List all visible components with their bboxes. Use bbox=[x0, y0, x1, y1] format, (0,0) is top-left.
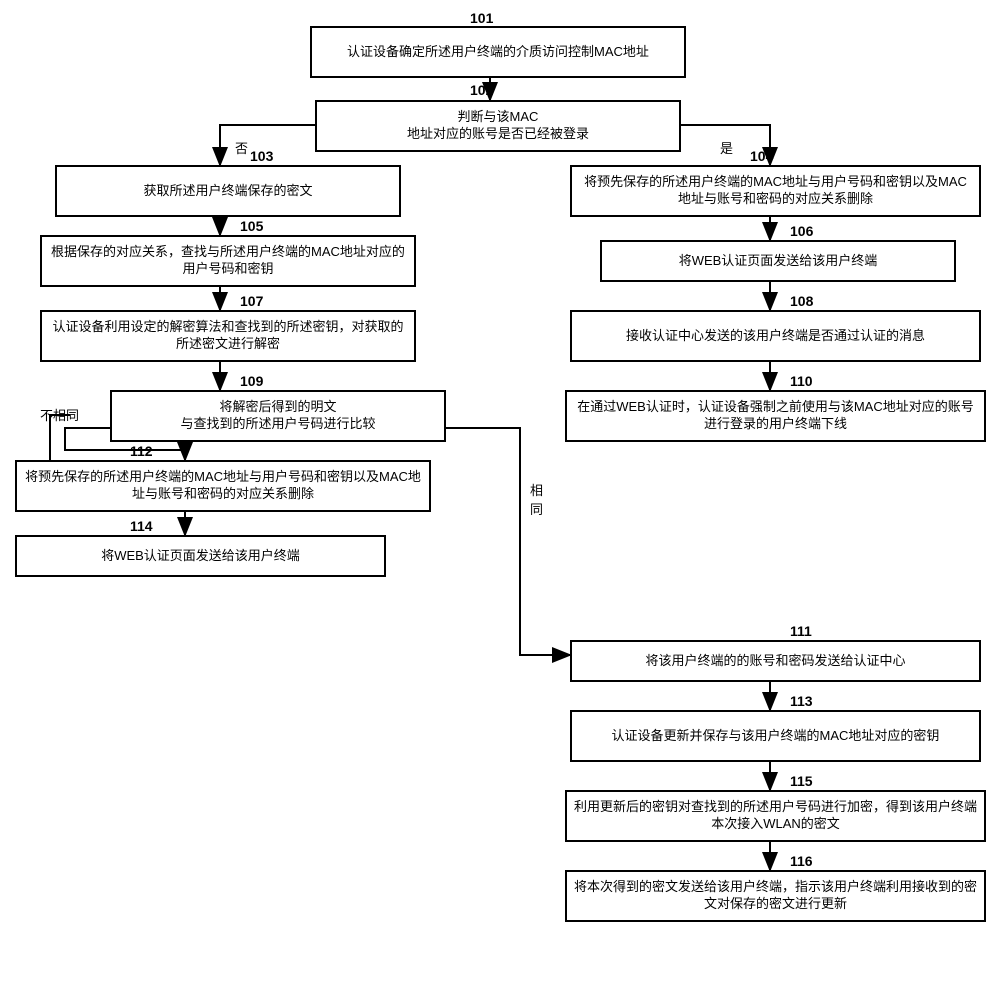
step-103-text: 获取所述用户终端保存的密文 bbox=[143, 183, 312, 200]
step-num-102: 102 bbox=[470, 82, 493, 98]
step-114: 将WEB认证页面发送给该用户终端 bbox=[15, 535, 386, 577]
step-num-101: 101 bbox=[470, 10, 493, 26]
step-num-103: 103 bbox=[250, 148, 273, 164]
step-113-text: 认证设备更新并保存与该用户终端的MAC地址对应的密钥 bbox=[612, 728, 940, 745]
step-106-text: 将WEB认证页面发送给该用户终端 bbox=[679, 253, 878, 270]
step-106: 将WEB认证页面发送给该用户终端 bbox=[600, 240, 956, 282]
step-113: 认证设备更新并保存与该用户终端的MAC地址对应的密钥 bbox=[570, 710, 981, 762]
step-107: 认证设备利用设定的解密算法和查找到的所述密钥，对获取的所述密文进行解密 bbox=[40, 310, 416, 362]
step-105: 根据保存的对应关系，查找与所述用户终端的MAC地址对应的用户号码和密钥 bbox=[40, 235, 416, 287]
edge-no: 否 bbox=[235, 138, 248, 157]
step-116: 将本次得到的密文发送给该用户终端，指示该用户终端利用接收到的密文对保存的密文进行… bbox=[565, 870, 986, 922]
step-110: 在通过WEB认证时，认证设备强制之前使用与该MAC地址对应的账号进行登录的用户终… bbox=[565, 390, 986, 442]
step-num-106: 106 bbox=[790, 223, 813, 239]
step-num-108: 108 bbox=[790, 293, 813, 309]
step-num-110: 110 bbox=[790, 373, 813, 389]
step-105-text: 根据保存的对应关系，查找与所述用户终端的MAC地址对应的用户号码和密钥 bbox=[48, 244, 408, 278]
step-num-112: 112 bbox=[130, 443, 153, 459]
step-num-104: 104 bbox=[750, 148, 773, 164]
step-107-text: 认证设备利用设定的解密算法和查找到的所述密钥，对获取的所述密文进行解密 bbox=[48, 319, 408, 353]
step-114-text: 将WEB认证页面发送给该用户终端 bbox=[101, 548, 300, 565]
step-num-114: 114 bbox=[130, 518, 153, 534]
step-104-text: 将预先保存的所述用户终端的MAC地址与用户号码和密钥以及MAC地址与账号和密码的… bbox=[578, 174, 973, 208]
step-102-decision: 判断与该MAC 地址对应的账号是否已经被登录 bbox=[315, 100, 681, 152]
step-num-113: 113 bbox=[790, 693, 813, 709]
step-101: 认证设备确定所述用户终端的介质访问控制MAC地址 bbox=[310, 26, 686, 78]
step-115-text: 利用更新后的密钥对查找到的所述用户号码进行加密，得到该用户终端本次接入WLAN的… bbox=[573, 799, 978, 833]
step-108: 接收认证中心发送的该用户终端是否通过认证的消息 bbox=[570, 310, 981, 362]
step-num-107: 107 bbox=[240, 293, 263, 309]
edge-diff: 不相同 bbox=[40, 405, 79, 424]
step-num-105: 105 bbox=[240, 218, 263, 234]
step-112: 将预先保存的所述用户终端的MAC地址与用户号码和密钥以及MAC地址与账号和密码的… bbox=[15, 460, 431, 512]
step-115: 利用更新后的密钥对查找到的所述用户号码进行加密，得到该用户终端本次接入WLAN的… bbox=[565, 790, 986, 842]
step-104: 将预先保存的所述用户终端的MAC地址与用户号码和密钥以及MAC地址与账号和密码的… bbox=[570, 165, 981, 217]
step-num-116: 116 bbox=[790, 853, 813, 869]
step-102-text: 判断与该MAC 地址对应的账号是否已经被登录 bbox=[407, 109, 589, 143]
step-109-text: 将解密后得到的明文 与查找到的所述用户号码进行比较 bbox=[180, 399, 375, 433]
step-num-109: 109 bbox=[240, 373, 263, 389]
step-101-text: 认证设备确定所述用户终端的介质访问控制MAC地址 bbox=[347, 44, 649, 61]
step-103: 获取所述用户终端保存的密文 bbox=[55, 165, 401, 217]
step-num-115: 115 bbox=[790, 773, 813, 789]
step-109-decision: 将解密后得到的明文 与查找到的所述用户号码进行比较 bbox=[110, 390, 446, 442]
step-111: 将该用户终端的的账号和密码发送给认证中心 bbox=[570, 640, 981, 682]
flowchart-canvas: 101 认证设备确定所述用户终端的介质访问控制MAC地址 102 判断与该MAC… bbox=[10, 10, 980, 990]
edge-same: 相 同 bbox=[530, 480, 543, 518]
step-112-text: 将预先保存的所述用户终端的MAC地址与用户号码和密钥以及MAC地址与账号和密码的… bbox=[23, 469, 423, 503]
step-110-text: 在通过WEB认证时，认证设备强制之前使用与该MAC地址对应的账号进行登录的用户终… bbox=[573, 399, 978, 433]
step-116-text: 将本次得到的密文发送给该用户终端，指示该用户终端利用接收到的密文对保存的密文进行… bbox=[573, 879, 978, 913]
step-111-text: 将该用户终端的的账号和密码发送给认证中心 bbox=[645, 653, 905, 670]
edge-yes: 是 bbox=[720, 138, 733, 157]
step-num-111: 111 bbox=[790, 623, 812, 639]
step-108-text: 接收认证中心发送的该用户终端是否通过认证的消息 bbox=[626, 328, 925, 345]
